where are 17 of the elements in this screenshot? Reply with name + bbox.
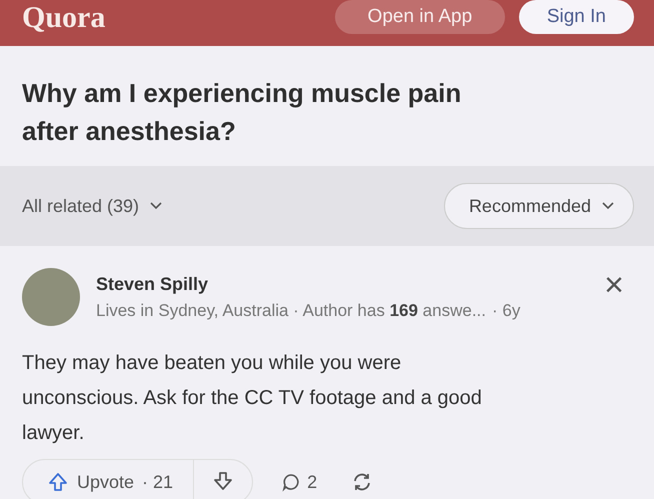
upvote-button[interactable]: Upvote · 21 <box>23 460 194 499</box>
caret-icon <box>601 201 615 211</box>
downvote-arrow-icon <box>212 470 234 492</box>
upvote-arrow-icon <box>47 471 69 493</box>
answer-age: · 6y <box>492 300 520 320</box>
caret-icon <box>149 201 164 211</box>
sign-in-button[interactable]: Sign In <box>518 0 634 34</box>
close-button[interactable]: × <box>596 270 632 300</box>
answer-text: They may have beaten you while you were unconscious. Ask for the CC TV footage and a good lawyer. <box>22 351 483 446</box>
comment-bubble-icon <box>281 472 302 492</box>
quora-logo[interactable]: Quora <box>22 1 106 35</box>
related-filter[interactable]: All related (39) <box>22 196 164 216</box>
sort-dropdown[interactable]: Recommended <box>444 183 634 229</box>
author-name[interactable]: Steven Spilly <box>96 274 580 294</box>
author-credentials: Lives in Sydney, Australia · Author has 169 answe... <box>96 300 486 320</box>
question-title: Why am I experiencing muscle pain after anesthesia? <box>22 77 462 148</box>
comments-button[interactable]: 2 <box>275 470 324 494</box>
